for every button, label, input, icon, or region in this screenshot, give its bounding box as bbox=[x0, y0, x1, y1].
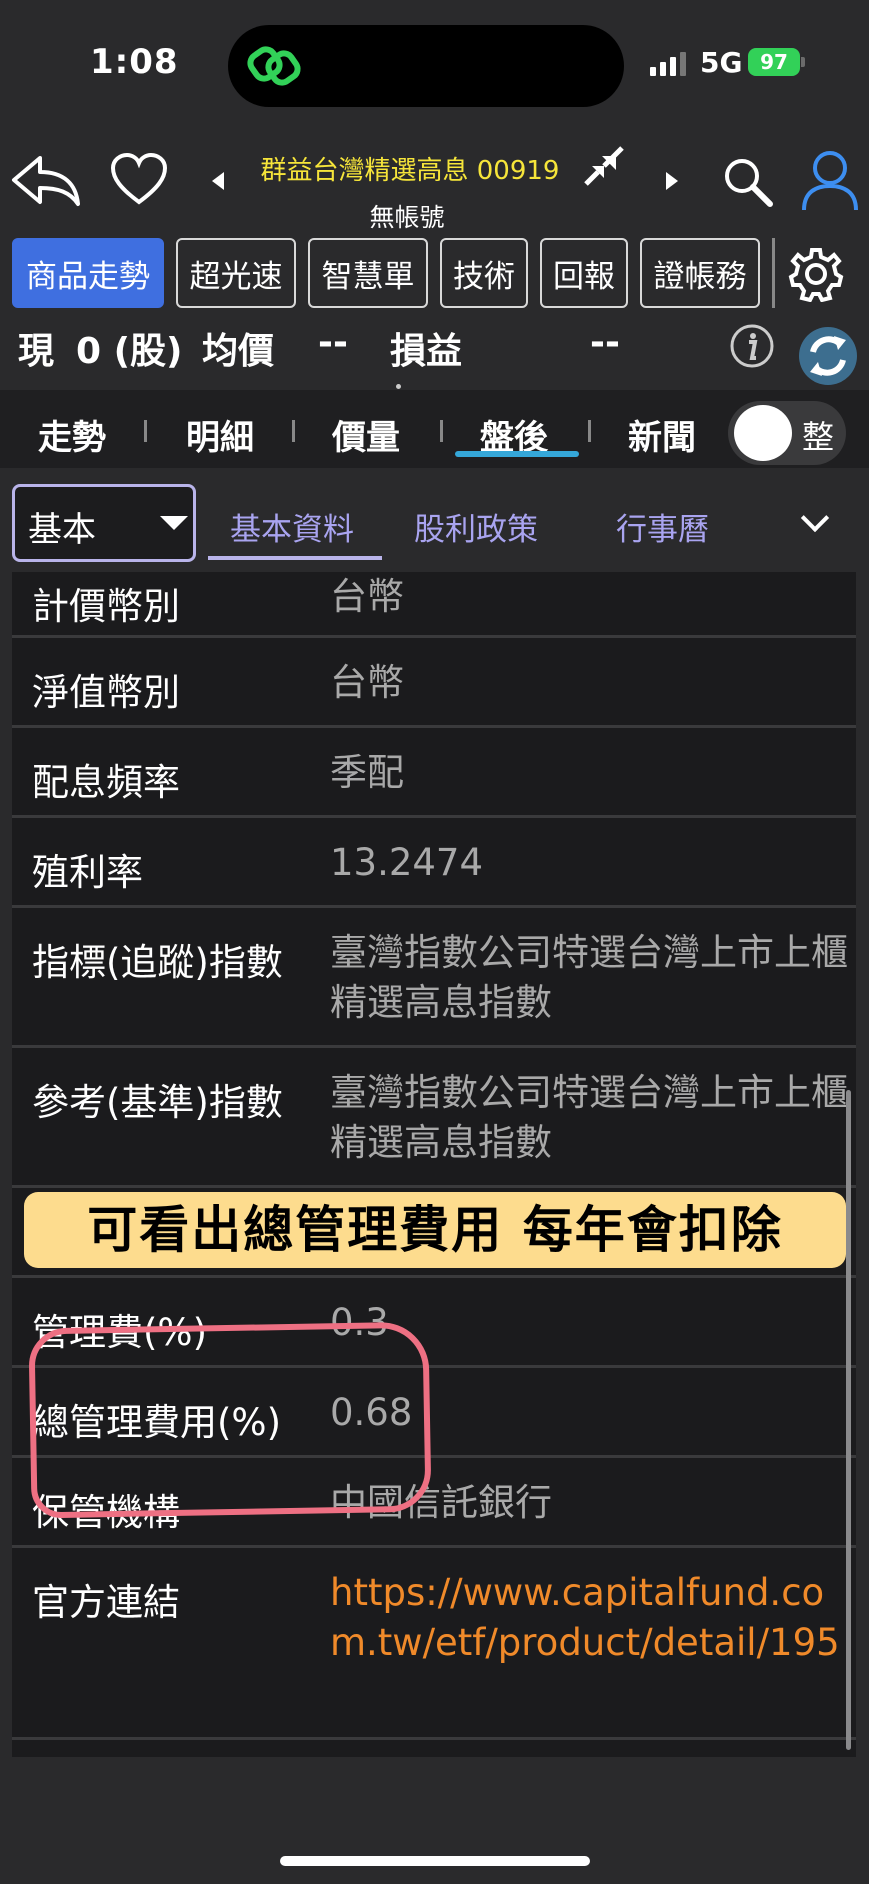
row-key: 配息頻率 bbox=[32, 761, 180, 804]
status-time: 1:08 bbox=[90, 42, 179, 82]
annotation-banner: 可看出總管理費用 每年會扣除 bbox=[24, 1192, 846, 1268]
tab-news[interactable]: 新聞 bbox=[628, 410, 696, 459]
page-dot bbox=[396, 384, 401, 389]
active-subtab-indicator bbox=[208, 556, 382, 560]
account-label: 無帳號 bbox=[369, 203, 445, 232]
caret-down-icon[interactable] bbox=[160, 516, 188, 530]
toolbar-technical-button[interactable]: 技術 bbox=[440, 238, 528, 308]
search-icon[interactable] bbox=[722, 156, 774, 208]
network-label: 5G bbox=[700, 46, 743, 79]
position-qty: 0 (股) bbox=[76, 331, 183, 372]
refresh-icon[interactable] bbox=[798, 326, 858, 386]
table-row: 指標(追蹤)指數 臺灣指數公司特選台灣上市上櫃精選高息指數 bbox=[12, 908, 856, 1048]
official-link[interactable]: https://www.capitalfund.com.tw/etf/produ… bbox=[330, 1568, 850, 1668]
row-key: 殖利率 bbox=[32, 851, 143, 894]
avg-price-label: 均價 bbox=[202, 331, 275, 372]
toolbar-trend-button[interactable]: 商品走勢 bbox=[12, 238, 164, 308]
row-key: 指標(追蹤)指數 bbox=[32, 941, 283, 984]
tab-separator bbox=[440, 420, 443, 442]
tab-trend[interactable]: 走勢 bbox=[38, 410, 106, 459]
row-key: 參考(基準)指數 bbox=[32, 1081, 283, 1124]
battery-nub bbox=[801, 57, 805, 67]
home-indicator[interactable] bbox=[280, 1856, 590, 1866]
tab-separator bbox=[144, 420, 147, 442]
user-icon[interactable] bbox=[800, 148, 860, 212]
battery-icon: 97 bbox=[748, 48, 800, 76]
table-row: 官方連結 https://www.capitalfund.com.tw/etf/… bbox=[12, 1548, 856, 1740]
table-row: 殖利率 13.2474 bbox=[12, 818, 856, 908]
row-key: 淨值幣別 bbox=[32, 671, 180, 714]
subtab-calendar[interactable]: 行事曆 bbox=[616, 504, 709, 549]
toolbar-report-button[interactable]: 回報 bbox=[540, 238, 628, 308]
app-link-icon bbox=[247, 46, 301, 86]
info-icon[interactable] bbox=[728, 322, 776, 370]
toolbar-divider bbox=[772, 238, 775, 308]
tab-details[interactable]: 明細 bbox=[186, 410, 254, 459]
toolbar-smart-order-button[interactable]: 智慧單 bbox=[308, 238, 428, 308]
subtab-dividend-policy[interactable]: 股利政策 bbox=[414, 504, 538, 549]
prev-arrow-icon[interactable] bbox=[210, 170, 226, 192]
tab-separator bbox=[588, 420, 591, 442]
category-select-value[interactable]: 基本 bbox=[28, 502, 96, 551]
table-row: 配息頻率 季配 bbox=[12, 728, 856, 818]
gear-icon[interactable] bbox=[788, 246, 844, 302]
row-key: 官方連結 bbox=[32, 1581, 180, 1624]
pnl-value: -- bbox=[590, 322, 620, 363]
row-value: 13.2474 bbox=[330, 841, 484, 884]
row-value: 臺灣指數公司特選台灣上市上櫃精選高息指數 bbox=[330, 1071, 848, 1164]
toggle-knob[interactable] bbox=[734, 405, 792, 461]
avg-price-value: -- bbox=[318, 322, 348, 363]
subtab-basic-info[interactable]: 基本資料 bbox=[230, 504, 354, 549]
pnl-label: 損益 bbox=[390, 331, 463, 372]
tab-price-volume[interactable]: 價量 bbox=[332, 410, 400, 459]
table-row: 參考(基準)指數 臺灣指數公司特選台灣上市上櫃精選高息指數 bbox=[12, 1048, 856, 1188]
active-tab-indicator bbox=[455, 451, 579, 457]
fund-info-table: 計價幣別 台幣 淨值幣別 台幣 配息頻率 季配 殖利率 13.2474 指標(追… bbox=[12, 572, 856, 1757]
next-arrow-icon[interactable] bbox=[664, 170, 680, 192]
dynamic-island bbox=[228, 25, 624, 107]
toggle-label: 整 bbox=[802, 418, 835, 456]
back-icon[interactable] bbox=[10, 150, 82, 210]
scrollbar[interactable] bbox=[846, 1090, 851, 1750]
row-value: 臺灣指數公司特選台灣上市上櫃精選高息指數 bbox=[330, 931, 848, 1024]
tab-separator bbox=[292, 420, 295, 442]
position-now-label: 現 bbox=[18, 331, 55, 372]
table-row: 計價幣別 台幣 bbox=[12, 572, 856, 638]
row-value: 台幣 bbox=[330, 661, 404, 704]
row-key: 計價幣別 bbox=[32, 585, 180, 628]
collapse-icon[interactable] bbox=[578, 142, 628, 192]
toolbar-superfast-button[interactable]: 超光速 bbox=[176, 238, 296, 308]
signal-icon bbox=[650, 52, 686, 76]
row-value: 季配 bbox=[330, 751, 404, 794]
heart-icon[interactable] bbox=[110, 152, 168, 206]
annotation-circle bbox=[28, 1321, 432, 1519]
product-title[interactable]: 群益台灣精選高息 00919 bbox=[240, 150, 580, 187]
table-row: 淨值幣別 台幣 bbox=[12, 638, 856, 728]
toolbar-account-button[interactable]: 證帳務 bbox=[640, 238, 760, 308]
row-value: 台幣 bbox=[330, 575, 404, 618]
